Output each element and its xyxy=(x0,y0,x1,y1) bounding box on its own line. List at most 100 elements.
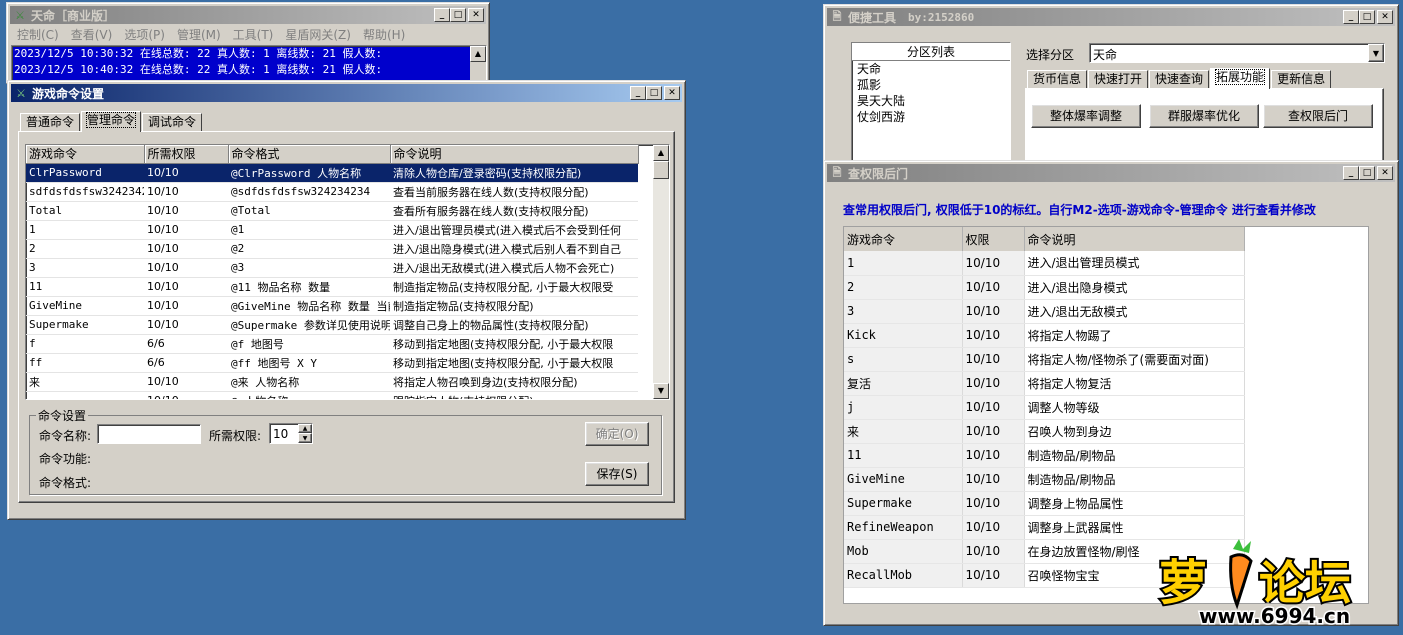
tab-quick-query[interactable]: 快速查询 xyxy=(1149,70,1210,88)
maximize-button[interactable]: □ xyxy=(1359,10,1375,24)
menu-control[interactable]: 控制(C) xyxy=(11,26,65,44)
table-cell: ff xyxy=(26,353,144,373)
column-header[interactable]: 所需权限 xyxy=(144,145,229,164)
table-row[interactable]: Supermake 10/10 调整身上物品属性 xyxy=(844,491,1245,516)
tab-update-info[interactable]: 更新信息 xyxy=(1271,70,1332,88)
table-row[interactable]: 1 10/10 进入/退出管理员模式 xyxy=(844,251,1245,276)
table-cell: 10/10 xyxy=(962,467,1025,492)
scroll-thumb[interactable] xyxy=(653,161,669,179)
zone-item[interactable]: 天命 xyxy=(852,61,1010,77)
confirm-button[interactable]: 确定(O) xyxy=(585,422,649,446)
command-dialog-titlebar[interactable]: ⚔ 游戏命令设置 _ □ ✕ xyxy=(11,84,682,102)
table-row[interactable]: 来 10/10 召唤人物到身边 xyxy=(844,419,1245,444)
menu-view[interactable]: 查看(V) xyxy=(65,26,119,44)
table-row[interactable]: GiveMine 10/10 制造物品/刷物品 xyxy=(844,467,1245,492)
table-row[interactable]: s 10/10 将指定人物/怪物杀了(需要面对面) xyxy=(844,347,1245,372)
tab-extensions[interactable]: 拓展功能 xyxy=(1210,68,1271,89)
table-row[interactable]: ff 6/6 @ff 地图号 X Y 移动到指定地图(支持权限分配, 小于最大权限 xyxy=(26,353,638,373)
permission-spinner[interactable]: 10 ▲ ▼ xyxy=(269,423,313,444)
zone-item[interactable]: 孤影 xyxy=(852,77,1010,93)
table-row[interactable]: 3 10/10 @3 进入/退出无敌模式(进入模式后人物不会死亡) xyxy=(26,258,638,278)
table-row[interactable]: 11 10/10 制造物品/刷物品 xyxy=(844,443,1245,468)
admin-commands-panel: 游戏命令 所需权限 命令格式 命令说明 ClrPassword 10/10 @Clr… xyxy=(18,131,675,503)
maximize-button[interactable]: □ xyxy=(646,86,662,100)
menu-tools[interactable]: 工具(T) xyxy=(227,26,280,44)
table-cell: 将指定人物踢了 xyxy=(1024,323,1245,348)
log-scrollbar[interactable]: ▲ xyxy=(470,46,486,80)
close-button[interactable]: ✕ xyxy=(1377,166,1393,180)
spin-down-icon[interactable]: ▼ xyxy=(298,433,312,443)
tab-admin-commands[interactable]: 管理命令 xyxy=(81,111,142,132)
command-table-scrollbar[interactable]: ▲ ▼ xyxy=(653,145,669,399)
tab-normal-commands[interactable]: 普通命令 xyxy=(20,113,81,131)
save-button[interactable]: 保存(S) xyxy=(585,462,649,486)
backdoor-titlebar[interactable]: 🗎 查权限后门 _ □ ✕ xyxy=(827,164,1395,182)
table-row[interactable]: f 6/6 @f 地图号 移动到指定地图(支持权限分配, 小于最大权限 xyxy=(26,334,638,354)
column-header[interactable]: 权限 xyxy=(962,227,1025,251)
table-cell xyxy=(26,391,144,399)
table-row[interactable]: 来 10/10 @来 人物名称 将指定人物召唤到身边(支持权限分配) xyxy=(26,372,638,392)
table-cell: @1 xyxy=(228,220,390,240)
tab-quick-open[interactable]: 快速打开 xyxy=(1088,70,1149,88)
table-row[interactable]: 2 10/10 进入/退出隐身模式 xyxy=(844,275,1245,300)
table-cell: 10/10 xyxy=(144,182,228,202)
table-row[interactable]: 1 10/10 @1 进入/退出管理员模式(进入模式后不会受到任何 xyxy=(26,220,638,240)
column-header[interactable]: 命令说明 xyxy=(390,145,639,164)
table-row[interactable]: ClrPassword 10/10 @ClrPassword 人物名称 清除人物仓库/… xyxy=(26,163,638,183)
table-cell: 10/10 xyxy=(144,258,228,278)
table-row[interactable]: GiveMine 10/10 @GiveMine 物品名称 数量 当前 制造指定物品(… xyxy=(26,296,638,316)
close-button[interactable]: ✕ xyxy=(468,8,484,22)
table-cell: 调整自己身上的物品属性(支持权限分配) xyxy=(390,315,638,335)
close-button[interactable]: ✕ xyxy=(664,86,680,100)
table-row[interactable]: 10/10@ 人物名称跟踪指定人物(支持权限分配) xyxy=(26,391,638,399)
column-header[interactable]: 游戏命令 xyxy=(844,227,963,251)
column-header[interactable]: 命令说明 xyxy=(1024,227,1245,251)
column-header[interactable]: 游戏命令 xyxy=(26,145,145,164)
close-button[interactable]: ✕ xyxy=(1377,10,1393,24)
zone-item[interactable]: 昊天大陆 xyxy=(852,93,1010,109)
column-header[interactable]: 命令格式 xyxy=(228,145,391,164)
table-row[interactable]: 复活 10/10 将指定人物复活 xyxy=(844,371,1245,396)
table-row[interactable]: 11 10/10 @11 物品名称 数量 制造指定物品(支持权限分配, 小于最大权限受 xyxy=(26,277,638,297)
minimize-button[interactable]: _ xyxy=(1343,10,1359,24)
maximize-button[interactable]: □ xyxy=(450,8,466,22)
spin-up-icon[interactable]: ▲ xyxy=(298,424,312,433)
main-window-titlebar[interactable]: ⚔ 天命［商业版］ _ □ ✕ xyxy=(10,6,486,24)
maximize-button[interactable]: □ xyxy=(1359,166,1375,180)
table-cell: GiveMine xyxy=(26,296,144,316)
table-row[interactable]: 2 10/10 @2 进入/退出隐身模式(进入模式后别人看不到自己 xyxy=(26,239,638,259)
table-cell: Mob xyxy=(844,539,963,564)
table-row[interactable]: j 10/10 调整人物等级 xyxy=(844,395,1245,420)
menu-help[interactable]: 帮助(H) xyxy=(357,26,411,44)
chevron-down-icon[interactable]: ▼ xyxy=(1368,44,1384,62)
overall-droprate-button[interactable]: 整体爆率调整 xyxy=(1031,104,1141,128)
table-cell: 10/10 xyxy=(962,419,1025,444)
tab-debug-commands[interactable]: 调试命令 xyxy=(142,113,203,131)
tab-currency-info[interactable]: 货币信息 xyxy=(1027,70,1088,88)
scroll-up-icon[interactable]: ▲ xyxy=(470,46,486,62)
quick-tool-titlebar[interactable]: 🗎 便捷工具 by:2152860 _ □ ✕ xyxy=(827,8,1395,26)
minimize-button[interactable]: _ xyxy=(630,86,646,100)
table-row[interactable]: Total 10/10 @Total 查看所有服务器在线人数(支持权限分配) xyxy=(26,201,638,221)
table-row[interactable]: sdfdsfdsfsw32423423410/10@sdfdsfdsfsw324… xyxy=(26,182,638,202)
zone-item[interactable]: 仗剑西游 xyxy=(852,109,1010,125)
table-cell: Supermake xyxy=(26,315,144,335)
command-tabs: 普通命令 管理命令 调试命令 xyxy=(20,111,203,132)
scroll-down-icon[interactable]: ▼ xyxy=(653,383,669,399)
table-row[interactable]: Supermake 10/10 @Supermake 参数详见使用说明 调整自己身上的… xyxy=(26,315,638,335)
zone-select[interactable]: 天命 ▼ xyxy=(1089,43,1385,63)
scroll-up-icon[interactable]: ▲ xyxy=(653,145,669,161)
table-row[interactable]: 3 10/10 进入/退出无敌模式 xyxy=(844,299,1245,324)
quick-tool-window: 🗎 便捷工具 by:2152860 _ □ ✕ 分区列表 天命 孤影 昊天大陆 … xyxy=(823,4,1399,174)
check-backdoor-button[interactable]: 查权限后门 xyxy=(1263,104,1373,128)
group-droprate-button[interactable]: 群服爆率优化 xyxy=(1149,104,1259,128)
menu-gateway[interactable]: 星盾网关(Z) xyxy=(279,26,357,44)
table-cell: 2 xyxy=(844,275,963,300)
minimize-button[interactable]: _ xyxy=(434,8,450,22)
command-name-input[interactable] xyxy=(97,424,201,444)
minimize-button[interactable]: _ xyxy=(1343,166,1359,180)
table-cell: 6/6 xyxy=(144,353,228,373)
menu-manage[interactable]: 管理(M) xyxy=(171,26,227,44)
menu-options[interactable]: 选项(P) xyxy=(118,26,171,44)
table-row[interactable]: Kick 10/10 将指定人物踢了 xyxy=(844,323,1245,348)
